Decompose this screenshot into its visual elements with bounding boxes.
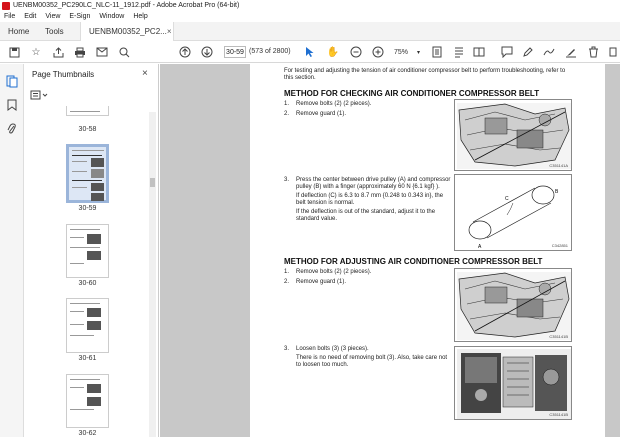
thumbnail-scrollbar[interactable] [149, 112, 156, 437]
zoom-out-icon[interactable] [349, 45, 363, 59]
svg-text:C: C [505, 196, 509, 202]
tab-bar: Home Tools UENBM00352_PC2... × [0, 22, 620, 41]
thumbnail-page-30-59[interactable] [66, 144, 109, 203]
close-tab-icon[interactable]: × [167, 27, 172, 36]
chevron-down-icon: ▾ [416, 49, 420, 56]
section-heading-checking: METHOD FOR CHECKING AIR CONDITIONER COMP… [284, 89, 540, 98]
thumbnail-page-30-61[interactable] [66, 298, 109, 353]
highlight-pen-icon[interactable] [521, 45, 535, 59]
page-thumbnails-panel: Page Thumbnails × 30-58 30-59 30-60 30-6… [25, 64, 159, 437]
delete-trash-icon[interactable] [586, 45, 600, 59]
attachments-paperclip-icon[interactable] [5, 122, 19, 136]
upload-icon[interactable] [51, 45, 65, 59]
menu-view[interactable]: View [45, 13, 60, 20]
step-item: 3. [284, 177, 290, 183]
pdf-page: For testing and adjusting the tension of… [250, 64, 605, 437]
thumbnail-label: 30-61 [78, 355, 97, 362]
thumbnail-list: 30-58 30-59 30-60 30-61 30-62 [25, 106, 150, 437]
tab-home[interactable]: Home [0, 22, 37, 41]
zoom-level-value: 75% [394, 48, 409, 56]
figure-guard-removal-2: C351141B [454, 268, 572, 342]
section-heading-adjusting: METHOD FOR ADJUSTING AIR CONDITIONER COM… [284, 257, 543, 266]
zoom-in-icon[interactable] [371, 45, 385, 59]
step-item: 3. [284, 346, 290, 352]
menu-esign[interactable]: E-Sign [69, 13, 90, 20]
intro-text: For testing and adjusting the tension of… [284, 68, 566, 81]
page-thumbnails-icon[interactable] [5, 74, 19, 88]
figure-code: C351141B [549, 412, 568, 417]
thumbnail-label: 30-60 [78, 280, 97, 287]
thumbnail-label: 30-59 [78, 205, 97, 212]
acrobat-logo-icon [2, 1, 10, 10]
comment-icon[interactable] [500, 45, 514, 59]
close-panel-icon[interactable]: × [142, 68, 148, 79]
step-text: If the deflection is out of the standard… [296, 209, 436, 222]
email-icon[interactable] [95, 45, 109, 59]
tab-document[interactable]: UENBM00352_PC2... × [80, 22, 174, 41]
page-number-input[interactable]: 30-59 [224, 46, 246, 58]
figure-loosen-bolts: C351141B [454, 346, 572, 420]
scroll-mode-icon[interactable] [452, 45, 466, 59]
thumbnail-page-30-62[interactable] [66, 374, 109, 428]
step-text: There is no need of removing bolt (3). A… [296, 355, 448, 368]
step-text: Press the center between drive pulley (A… [296, 177, 451, 190]
figure-code: C342851 [551, 243, 568, 248]
figure-code: C351141B [549, 334, 568, 339]
draw-freeform-icon[interactable] [542, 45, 556, 59]
step-text: If deflection (C) is 6.3 to 8.7 mm {0.24… [296, 193, 444, 206]
svg-text:B: B [555, 189, 559, 195]
bookmark-star-icon[interactable]: ☆ [29, 45, 43, 59]
window-title: UENBM00352_PC290LC_NLC-11_1912.pdf - Ado… [13, 2, 240, 9]
fill-sign-icon[interactable] [564, 45, 578, 59]
svg-text:A: A [478, 244, 482, 250]
print-icon[interactable] [73, 45, 87, 59]
menu-help[interactable]: Help [133, 13, 147, 20]
figure-guard-removal: C351141A [454, 99, 572, 171]
thumbnail-label: 30-62 [78, 430, 97, 437]
menu-edit[interactable]: Edit [24, 13, 36, 20]
page-display-icon[interactable] [472, 45, 486, 59]
search-icon[interactable] [117, 45, 131, 59]
menu-bar: File Edit View E-Sign Window Help [0, 11, 620, 22]
thumbnail-options-menu[interactable] [30, 90, 48, 102]
zoom-level-select[interactable]: 75% ▾ [392, 46, 422, 58]
next-page-icon[interactable] [200, 45, 214, 59]
window-titlebar: UENBM00352_PC290LC_NLC-11_1912.pdf - Ado… [0, 0, 620, 11]
select-cursor-icon[interactable] [303, 45, 317, 59]
page-total-label: (573 of 2800) [249, 48, 291, 55]
bookmarks-icon[interactable] [5, 98, 19, 112]
document-view[interactable]: For testing and adjusting the tension of… [160, 64, 620, 437]
thumbnail-page-30-60[interactable] [66, 224, 109, 278]
step-item: 1. Remove bolts (2) (2 pieces). [284, 101, 372, 107]
scrollbar-handle[interactable] [150, 178, 155, 187]
thumbnail-page-30-58[interactable] [66, 106, 109, 116]
figure-code: C351141A [549, 163, 568, 168]
step-item: 2. Remove guard (1). [284, 111, 347, 117]
step-text: Loosen bolts (3) (3 pieces). [296, 346, 369, 352]
tab-tools[interactable]: Tools [37, 22, 80, 41]
step-item: 1. Remove bolts (2) (2 pieces). [284, 269, 372, 275]
step-item: 2. Remove guard (1). [284, 279, 347, 285]
menu-file[interactable]: File [4, 13, 15, 20]
left-navigation-rail [0, 64, 24, 437]
previous-page-icon[interactable] [178, 45, 192, 59]
thumbnail-label: 30-58 [78, 126, 97, 133]
menu-window[interactable]: Window [99, 13, 124, 20]
main-toolbar: ☆ 30-59 (573 of 2800) ✋ 75% ▾ [0, 41, 620, 63]
fit-page-icon[interactable] [430, 45, 444, 59]
figure-belt-deflection: C A B C342851 [454, 174, 572, 251]
tab-document-label: UENBM00352_PC2... [89, 27, 167, 36]
panel-title: Page Thumbnails [32, 70, 95, 79]
save-icon[interactable] [7, 45, 21, 59]
overflow-tools-icon[interactable] [606, 45, 620, 59]
hand-tool-icon[interactable]: ✋ [326, 45, 340, 59]
